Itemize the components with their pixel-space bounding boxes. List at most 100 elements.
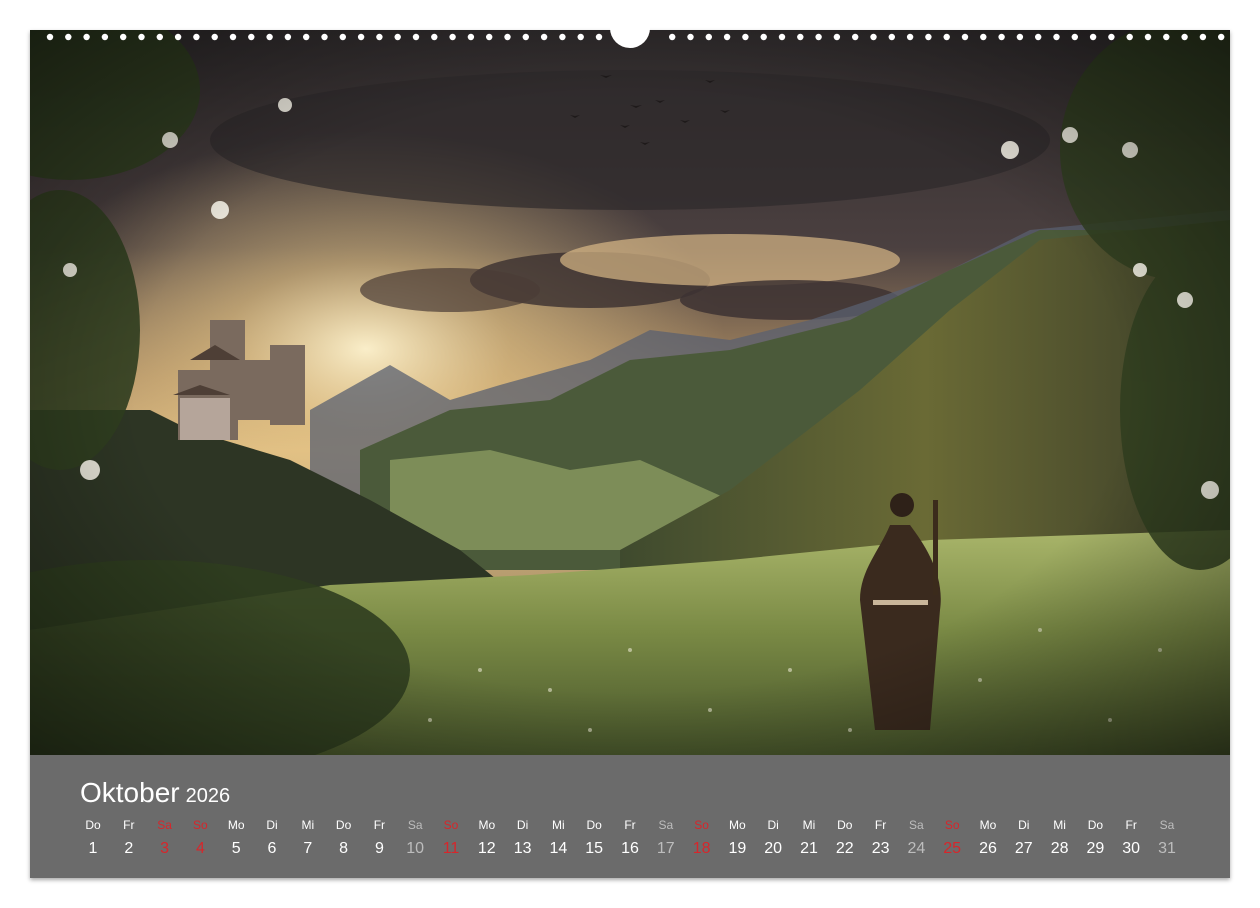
- weekday-label: Fr: [123, 818, 135, 832]
- day-cell: So 11: [433, 817, 469, 858]
- day-cell: Di 20: [755, 817, 791, 858]
- weekday-label: Di: [767, 818, 779, 832]
- day-cell: Mi 7: [290, 817, 326, 858]
- date-number: 18: [692, 840, 711, 857]
- date-number: 16: [621, 840, 639, 857]
- date-number: 21: [800, 840, 818, 857]
- date-number: 26: [979, 840, 997, 857]
- date-number: 22: [835, 840, 854, 857]
- weekday-label: Mi: [1053, 818, 1066, 832]
- weekday-label: Sa: [157, 818, 172, 832]
- weekday-label: Do: [335, 818, 352, 832]
- date-number: 15: [585, 840, 604, 857]
- weekday-label: So: [944, 818, 960, 832]
- weekday-label: Sa: [1159, 818, 1175, 832]
- date-number: 23: [871, 840, 890, 857]
- calendar-band: Oktober 2026 Do 1 Fr 2 Sa 3 So 4 Mo 5 Di 6 Mi 7 Do 8 Fr 9 S…: [30, 755, 1230, 878]
- weekday-label: Mo: [227, 818, 245, 832]
- date-number: 1: [88, 840, 98, 857]
- year-label: 2026: [185, 785, 231, 807]
- weekday-label: Do: [85, 818, 101, 832]
- weekday-label: Mi: [802, 818, 816, 832]
- weekday-label: Do: [586, 818, 602, 832]
- date-number: 19: [728, 840, 747, 857]
- date-number: 25: [943, 840, 962, 857]
- day-cell: Do 8: [326, 817, 362, 858]
- weekday-label: So: [443, 818, 459, 832]
- date-number: 17: [656, 840, 675, 857]
- day-cell: Sa 31: [1149, 817, 1185, 858]
- day-cell: Sa 24: [898, 817, 934, 858]
- day-cell: Fr 23: [863, 817, 899, 858]
- weekday-label: Di: [1018, 818, 1030, 832]
- day-cell: Fr 30: [1113, 817, 1149, 858]
- weekday-label: Mo: [478, 818, 496, 832]
- day-cell: Di 13: [505, 817, 541, 858]
- month-name: Oktober: [80, 777, 180, 808]
- date-number: 30: [1122, 840, 1141, 857]
- day-cell: Fr 2: [111, 817, 147, 858]
- day-cell: So 18: [684, 817, 720, 858]
- weekday-label: So: [193, 818, 208, 832]
- date-number: 29: [1086, 840, 1105, 857]
- date-number: 13: [513, 840, 532, 857]
- weekday-label: Di: [266, 818, 278, 832]
- date-number: 3: [160, 840, 170, 857]
- day-cell: Mo 19: [719, 817, 755, 858]
- month-title: Oktober 2026: [80, 777, 230, 809]
- day-cell: Mi 28: [1042, 817, 1078, 858]
- day-cell: Do 22: [827, 817, 863, 858]
- weekday-label: Sa: [407, 818, 423, 832]
- weekday-label: Fr: [1125, 818, 1137, 832]
- photo-scene: [30, 30, 1230, 755]
- weekday-label: Do: [1087, 818, 1104, 832]
- date-number: 6: [267, 840, 277, 857]
- date-number: 20: [764, 840, 783, 857]
- day-cell: Mi 14: [540, 817, 576, 858]
- weekday-label: Mi: [301, 818, 315, 832]
- weekday-label: Mi: [552, 818, 565, 832]
- day-cell: Mi 21: [791, 817, 827, 858]
- day-cell: Do 29: [1077, 817, 1113, 858]
- weekday-label: Sa: [658, 818, 674, 832]
- day-cell: Do 15: [576, 817, 612, 858]
- day-cell: Mo 5: [218, 817, 254, 858]
- day-cell: Fr 16: [612, 817, 648, 858]
- date-number: 12: [477, 840, 496, 857]
- date-number: 8: [339, 840, 349, 857]
- date-number: 28: [1050, 840, 1069, 857]
- weekday-label: So: [694, 818, 709, 832]
- weekday-label: Mo: [729, 818, 746, 832]
- date-number: 7: [303, 840, 313, 857]
- weekday-label: Do: [837, 818, 853, 832]
- date-number: 11: [442, 840, 460, 857]
- weekday-label: Sa: [909, 818, 924, 832]
- weekday-label: Mo: [979, 818, 997, 832]
- day-cell: Sa 17: [648, 817, 684, 858]
- landscape-photo: [30, 30, 1230, 755]
- day-cell: Fr 9: [361, 817, 397, 858]
- day-cell: So 25: [934, 817, 970, 858]
- date-number: 2: [124, 840, 134, 857]
- weekday-label: Fr: [874, 818, 887, 832]
- date-number: 5: [231, 840, 241, 857]
- date-number: 14: [549, 840, 568, 857]
- day-cell: Sa 3: [147, 817, 183, 858]
- day-cell: Mo 12: [469, 817, 505, 858]
- day-cell: So 4: [182, 817, 218, 858]
- day-cell: Mo 26: [970, 817, 1006, 858]
- date-number: 27: [1014, 840, 1033, 857]
- day-cell: Di 6: [254, 817, 290, 858]
- weekday-label: Di: [516, 818, 529, 832]
- day-cell: Sa 10: [397, 817, 433, 858]
- date-number: 9: [374, 840, 384, 857]
- date-number: 4: [195, 840, 205, 857]
- day-cell: Do 1: [75, 817, 111, 858]
- date-number: 10: [406, 840, 425, 857]
- date-number: 24: [907, 840, 926, 857]
- weekday-label: Fr: [373, 818, 386, 832]
- day-cell: Di 27: [1006, 817, 1042, 858]
- weekday-label: Fr: [624, 818, 636, 832]
- calendar-page: Oktober 2026 Do 1 Fr 2 Sa 3 So 4 Mo 5 Di 6 Mi 7 Do 8 Fr 9 S…: [30, 30, 1230, 878]
- date-number: 31: [1158, 840, 1176, 857]
